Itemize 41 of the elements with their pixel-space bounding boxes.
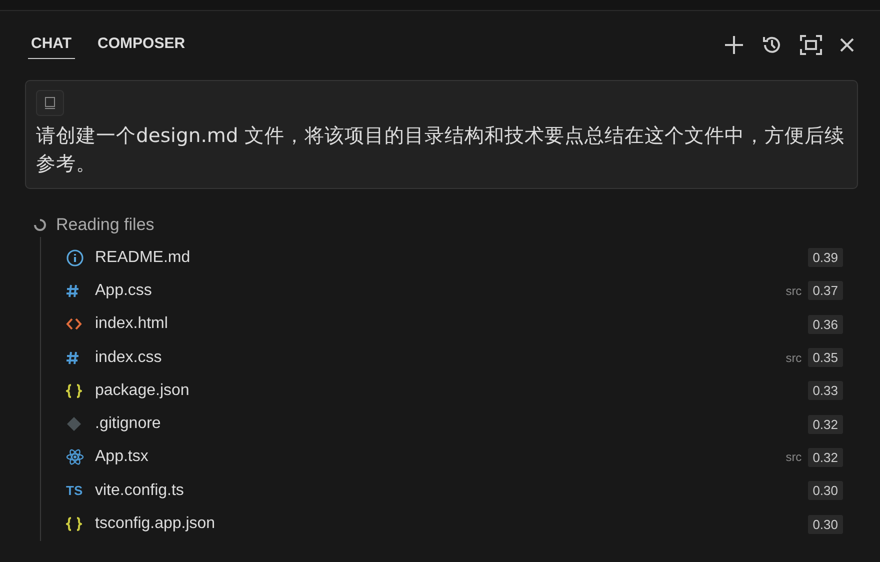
score-badge: 0.33 — [808, 381, 843, 400]
folder-label: src — [786, 284, 802, 298]
folder-label: src — [786, 450, 802, 464]
score-badge: 0.36 — [808, 314, 843, 334]
file-name[interactable]: .gitignore — [95, 415, 808, 434]
book-icon — [44, 96, 56, 110]
score-badge: 0.37 — [808, 281, 843, 300]
ts-icon: TS — [66, 483, 83, 498]
file-name[interactable]: package.json — [95, 382, 808, 400]
score-badge: 0.30 — [808, 514, 843, 534]
hash-icon — [66, 350, 79, 365]
braces-icon — [66, 517, 82, 532]
file-name[interactable]: tsconfig.app.json — [95, 515, 808, 534]
file-name[interactable]: App.tsx — [95, 448, 786, 466]
tab[interactable]: CHAT — [28, 31, 75, 59]
info-icon — [66, 248, 84, 267]
file-name[interactable]: App.css — [95, 282, 786, 300]
hash-icon — [66, 284, 79, 298]
tab[interactable]: COMPOSER — [94, 31, 188, 59]
close-icon[interactable] — [839, 37, 855, 53]
maximize-icon[interactable] — [800, 35, 822, 55]
score-badge: 0.32 — [808, 448, 843, 467]
score-badge: 0.30 — [808, 481, 843, 500]
code-icon — [66, 318, 82, 330]
score-badge: 0.32 — [808, 414, 843, 434]
spinner-icon — [33, 218, 47, 232]
diamond-icon — [66, 416, 82, 432]
score-badge: 0.35 — [808, 348, 843, 368]
file-name[interactable]: README.md — [95, 248, 808, 267]
file-name[interactable]: index.html — [95, 315, 808, 334]
file-name[interactable]: index.css — [95, 348, 786, 367]
status-label: Reading files — [56, 215, 154, 235]
file-name[interactable]: vite.config.ts — [95, 482, 808, 500]
prompt-text: 请创建一个design.md 文件，将该项目的目录结构和技术要点总结在这个文件中，方便后续参考。 — [36, 123, 846, 177]
atom-icon — [66, 448, 84, 466]
history-icon[interactable] — [761, 34, 783, 56]
braces-icon — [66, 384, 82, 398]
score-badge: 0.39 — [808, 248, 843, 268]
plus-icon[interactable] — [724, 35, 744, 55]
context-button[interactable] — [36, 90, 64, 116]
folder-label: src — [786, 350, 802, 365]
